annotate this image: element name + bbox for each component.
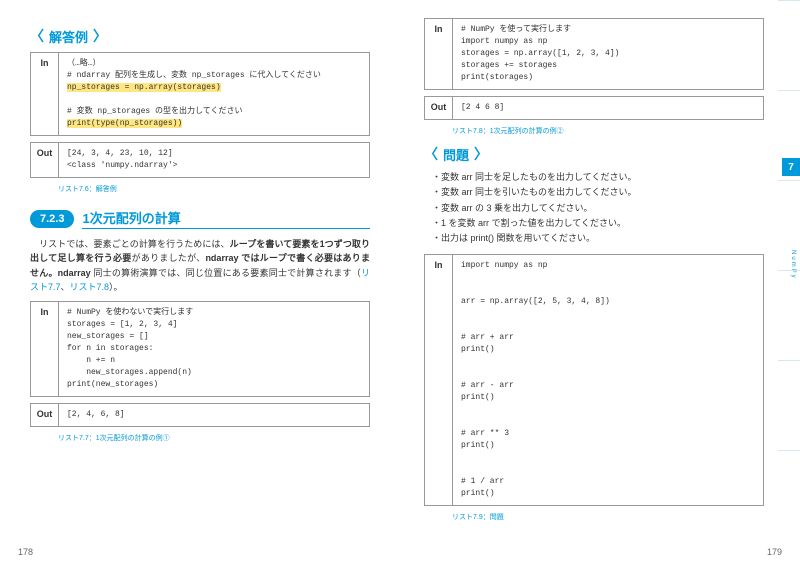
chapter-badge: 7.2.3 [30, 210, 74, 228]
code-content: # NumPy を使って実行します import numpy as np sto… [453, 19, 763, 89]
section-title: 解答例 [49, 27, 88, 46]
code-label: In [425, 255, 453, 505]
code-label: In [425, 19, 453, 89]
page-number: 178 [18, 547, 33, 557]
section-header-problem: 〈 問題 〉 [424, 144, 764, 164]
code-label: In [31, 302, 59, 396]
code-block-out-3: Out [2 4 6 8] [424, 96, 764, 120]
list-item: 変数 arr 同士を足したものを出力してください。 [432, 170, 764, 185]
code-block-in-4: In import numpy as np arr = np.array([2,… [424, 254, 764, 506]
code-content: （…略…） # ndarray 配列を生成し、変数 np_storages に代… [59, 53, 369, 135]
page-right: In # NumPy を使って実行します import numpy as np … [400, 0, 800, 567]
code-label: Out [425, 97, 453, 119]
caption: リスト7.6：解答例 [58, 184, 370, 194]
code-content: import numpy as np arr = np.array([2, 5,… [453, 255, 763, 505]
bracket-icon: 〉 [474, 144, 488, 164]
page-left: 〈 解答例 〉 In （…略…） # ndarray 配列を生成し、変数 np_… [0, 0, 400, 567]
list-item: 出力は print() 関数を用いてください。 [432, 231, 764, 246]
section-header-answer: 〈 解答例 〉 [30, 26, 370, 46]
bracket-icon: 〈 [424, 144, 438, 164]
page-number: 179 [767, 547, 782, 557]
code-block-out-2: Out [2, 4, 6, 8] [30, 403, 370, 427]
bullet-list: 変数 arr 同士を足したものを出力してください。 変数 arr 同士を引いたも… [432, 170, 764, 246]
caption: リスト7.9：問題 [452, 512, 764, 522]
code-block-in-1: In （…略…） # ndarray 配列を生成し、変数 np_storages… [30, 52, 370, 136]
code-block-in-3: In # NumPy を使って実行します import numpy as np … [424, 18, 764, 90]
list-item: 変数 arr 同士を引いたものを出力してください。 [432, 185, 764, 200]
bracket-icon: 〉 [93, 26, 107, 46]
margin-rules [778, 0, 800, 567]
chapter-tab: 7 [782, 158, 800, 176]
code-block-in-2: In # NumPy を使わないで実行します storages = [1, 2,… [30, 301, 370, 397]
code-content: [24, 3, 4, 23, 10, 12] <class 'numpy.nda… [59, 143, 369, 177]
bracket-icon: 〈 [30, 26, 44, 46]
caption: リスト7.7：1次元配列の計算の例① [58, 433, 370, 443]
code-label: Out [31, 404, 59, 426]
code-label: Out [31, 143, 59, 177]
code-content: [2, 4, 6, 8] [59, 404, 369, 426]
paragraph: リストでは、要素ごとの計算を行うためには、ループを書いて要素を1つずつ取り出して… [30, 237, 370, 295]
caption: リスト7.8：1次元配列の計算の例② [452, 126, 764, 136]
chapter-title: 1次元配列の計算 [82, 208, 370, 229]
list-item: 変数 arr の 3 乗を出力してください。 [432, 201, 764, 216]
side-label: NumPy [790, 250, 796, 280]
code-block-out-1: Out [24, 3, 4, 23, 10, 12] <class 'numpy… [30, 142, 370, 178]
code-content: [2 4 6 8] [453, 97, 763, 119]
code-content: # NumPy を使わないで実行します storages = [1, 2, 3,… [59, 302, 369, 396]
code-label: In [31, 53, 59, 135]
list-item: 1 を変数 arr で割った値を出力してください。 [432, 216, 764, 231]
chapter-heading: 7.2.3 1次元配列の計算 [30, 208, 370, 229]
section-title: 問題 [443, 145, 469, 164]
